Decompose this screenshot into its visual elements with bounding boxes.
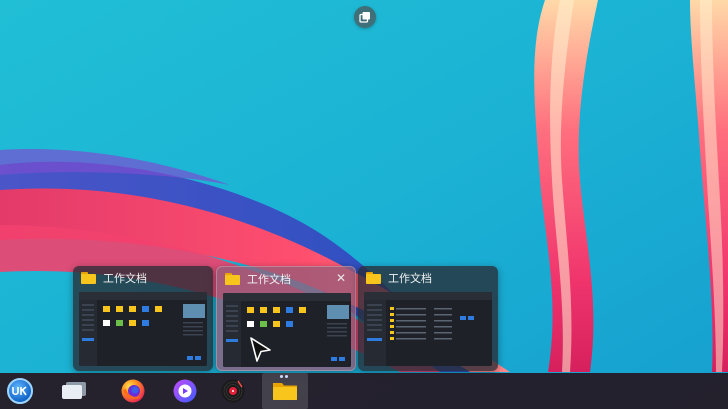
file-manager-button[interactable]	[262, 373, 308, 409]
window-thumbnail	[79, 292, 207, 366]
window-preview-3[interactable]: 工作文档	[358, 266, 498, 371]
launcher-button[interactable]	[2, 373, 38, 409]
taskbar	[0, 373, 728, 409]
firefox-icon	[121, 379, 145, 403]
window-thumbnail	[364, 292, 492, 366]
preview-title: 工作文档	[247, 273, 291, 286]
window-preview-2[interactable]: 工作文档 ✕	[216, 266, 356, 371]
show-windows-button[interactable]	[56, 373, 92, 409]
preview-title: 工作文档	[103, 272, 147, 285]
media-player-button[interactable]	[215, 373, 251, 409]
music-player-icon	[173, 379, 197, 403]
multitasking-view-icon	[359, 12, 370, 23]
window-preview-1[interactable]: 工作文档	[73, 266, 213, 371]
music-player-button[interactable]	[167, 373, 203, 409]
running-indicator	[280, 375, 290, 378]
deepin-launcher-icon	[7, 378, 33, 404]
folder-icon	[81, 272, 96, 284]
preview-title: 工作文档	[388, 272, 432, 285]
vinyl-record-icon	[221, 379, 245, 403]
folder-icon	[366, 272, 381, 284]
folder-icon	[273, 383, 297, 400]
folder-icon	[225, 273, 240, 285]
firefox-button[interactable]	[115, 373, 151, 409]
preview-header: 工作文档	[358, 266, 498, 290]
preview-header: 工作文档	[73, 266, 213, 290]
window-thumbnail	[223, 293, 351, 367]
close-preview-button[interactable]: ✕	[335, 272, 347, 284]
multitask-windows-icon	[62, 382, 86, 399]
multitasking-view-button[interactable]	[354, 6, 376, 28]
